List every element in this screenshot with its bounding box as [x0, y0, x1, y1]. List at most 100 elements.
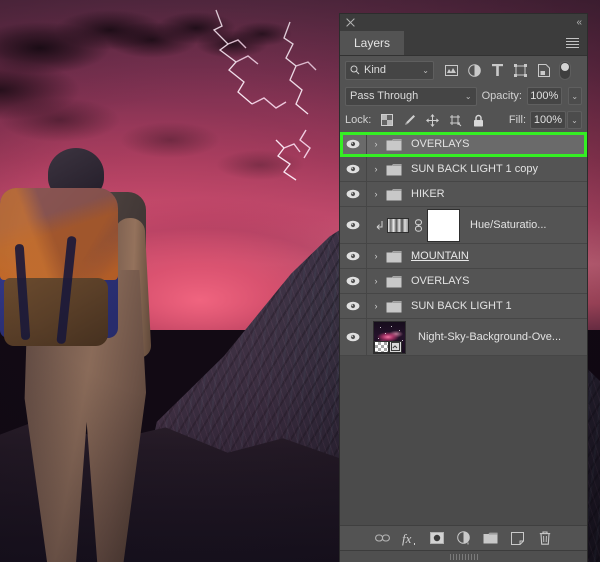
eye-icon	[346, 276, 360, 286]
collapse-to-icons-icon[interactable]: «	[576, 17, 581, 28]
chevron-down-icon: ⌄	[422, 65, 429, 75]
layer-name[interactable]: HIKER	[405, 188, 445, 200]
folder-icon	[383, 163, 405, 176]
panel-titlebar: «	[340, 14, 587, 31]
layer-expand-arrow[interactable]: ›	[369, 164, 383, 174]
layers-panel[interactable]: « Layers Kind ⌄ Pass Through ⌄ Opacity: …	[340, 14, 587, 562]
layer-name[interactable]: Night-Sky-Background-Ove...	[406, 331, 561, 343]
layer-visibility-toggle[interactable]	[340, 319, 367, 355]
layer-name[interactable]: Hue/Saturatio...	[460, 219, 546, 231]
link-layers-button[interactable]	[370, 527, 396, 549]
panel-menu-icon[interactable]	[561, 31, 587, 55]
layer-visibility-toggle[interactable]	[340, 294, 367, 318]
chevron-down-icon: ⌄	[464, 91, 472, 101]
panel-tabbar: Layers	[340, 31, 587, 56]
filter-type-icon[interactable]	[486, 59, 509, 81]
eye-icon	[346, 139, 360, 149]
blend-mode-select[interactable]: Pass Through ⌄	[345, 86, 477, 106]
layer-row[interactable]: Night-Sky-Background-Ove...	[340, 319, 587, 356]
layer-name[interactable]: OVERLAYS	[405, 138, 470, 150]
layer-expand-arrow[interactable]: ›	[369, 251, 383, 261]
filter-kind-label: Kind	[364, 64, 387, 76]
filter-enable-toggle[interactable]	[559, 60, 571, 80]
lock-transparent-pixels-icon[interactable]	[375, 110, 398, 130]
eye-icon	[346, 189, 360, 199]
layer-row[interactable]: › OVERLAYS	[340, 269, 587, 294]
layer-row[interactable]: › SUN BACK LIGHT 1 copy	[340, 157, 587, 182]
lock-position-icon[interactable]	[421, 110, 444, 130]
fill-input[interactable]: 100%	[530, 111, 566, 129]
lock-artboard-nesting-icon[interactable]	[444, 110, 467, 130]
layer-row[interactable]: › OVERLAYS	[340, 132, 587, 157]
folder-icon	[383, 275, 405, 288]
tab-layers[interactable]: Layers	[340, 31, 405, 55]
new-layer-button[interactable]	[505, 527, 531, 549]
fill-stepper[interactable]: ⌄	[567, 111, 582, 129]
opacity-stepper[interactable]: ⌄	[567, 87, 582, 105]
layer-row[interactable]: › HIKER	[340, 182, 587, 207]
add-layer-mask-button[interactable]	[424, 527, 450, 549]
blend-mode-row: Pass Through ⌄ Opacity: 100% ⌄	[340, 84, 587, 108]
folder-icon	[383, 300, 405, 313]
layer-visibility-toggle[interactable]	[340, 244, 367, 268]
layer-mask-thumbnail[interactable]	[427, 208, 460, 242]
layer-visibility-toggle[interactable]	[340, 157, 367, 181]
folder-icon	[383, 250, 405, 263]
layer-expand-arrow[interactable]: ›	[369, 276, 383, 286]
thumbnail-badges	[374, 340, 402, 353]
adjustment-thumbnail[interactable]	[387, 217, 409, 233]
layer-visibility-toggle[interactable]	[340, 182, 367, 206]
layer-row[interactable]: › MOUNTAIN	[340, 244, 587, 269]
layer-name[interactable]: OVERLAYS	[405, 275, 470, 287]
layer-style-button[interactable]: fx	[397, 527, 423, 549]
layers-list[interactable]: › OVERLAYS › SUN BACK LIGHT 1 copy › HIK…	[340, 132, 587, 525]
filter-shape-icon[interactable]	[509, 59, 532, 81]
layers-panel-footer: fx	[340, 525, 587, 550]
blend-mode-value: Pass Through	[350, 90, 419, 102]
layer-row[interactable]: Hue/Saturatio...	[340, 207, 587, 244]
filter-smart-object-icon[interactable]	[532, 59, 555, 81]
layer-expand-arrow[interactable]: ›	[369, 301, 383, 311]
layer-expand-arrow[interactable]: ›	[369, 189, 383, 199]
new-group-button[interactable]	[478, 527, 504, 549]
layer-filter-row: Kind ⌄	[340, 56, 587, 84]
layer-visibility-toggle[interactable]	[340, 207, 367, 243]
smart-object-badge	[389, 340, 402, 353]
layer-row[interactable]: › SUN BACK LIGHT 1	[340, 294, 587, 319]
panel-resize-grip[interactable]	[340, 550, 587, 562]
svg-text:fx: fx	[402, 531, 412, 546]
delete-layer-button[interactable]	[532, 527, 558, 549]
new-adjustment-layer-button[interactable]	[451, 527, 477, 549]
lock-image-pixels-icon[interactable]	[398, 110, 421, 130]
filter-adjustment-icon[interactable]	[463, 59, 486, 81]
layer-thumbnail[interactable]	[373, 320, 406, 354]
layer-visibility-toggle[interactable]	[340, 269, 367, 293]
fill-label: Fill:	[508, 114, 526, 126]
search-icon	[350, 65, 360, 75]
filter-pixel-icon[interactable]	[440, 59, 463, 81]
layer-visibility-toggle[interactable]	[340, 132, 367, 156]
opacity-label: Opacity:	[481, 90, 522, 102]
chevron-down-icon: ⌄	[571, 115, 578, 125]
folder-icon	[383, 138, 405, 151]
close-icon[interactable]	[345, 17, 356, 28]
filter-icon-group	[440, 59, 555, 81]
eye-icon	[346, 251, 360, 261]
eye-icon	[346, 220, 360, 230]
eye-icon	[346, 164, 360, 174]
lock-icon-group	[375, 110, 490, 130]
chevron-down-icon: ⌄	[571, 91, 579, 101]
opacity-input[interactable]: 100%	[526, 87, 562, 105]
lock-label: Lock:	[345, 114, 372, 126]
layer-name[interactable]: SUN BACK LIGHT 1 copy	[405, 163, 538, 175]
layer-name[interactable]: MOUNTAIN	[405, 250, 469, 262]
eye-icon	[346, 332, 360, 342]
layer-expand-arrow[interactable]: ›	[369, 139, 383, 149]
layer-name[interactable]: SUN BACK LIGHT 1	[405, 300, 512, 312]
lock-all-icon[interactable]	[467, 110, 490, 130]
lock-row: Lock: Fill: 100% ⌄	[340, 108, 587, 132]
transparency-badge	[374, 340, 389, 353]
link-mask-icon[interactable]	[409, 218, 427, 232]
eye-icon	[346, 301, 360, 311]
filter-kind-select[interactable]: Kind ⌄	[345, 60, 434, 80]
